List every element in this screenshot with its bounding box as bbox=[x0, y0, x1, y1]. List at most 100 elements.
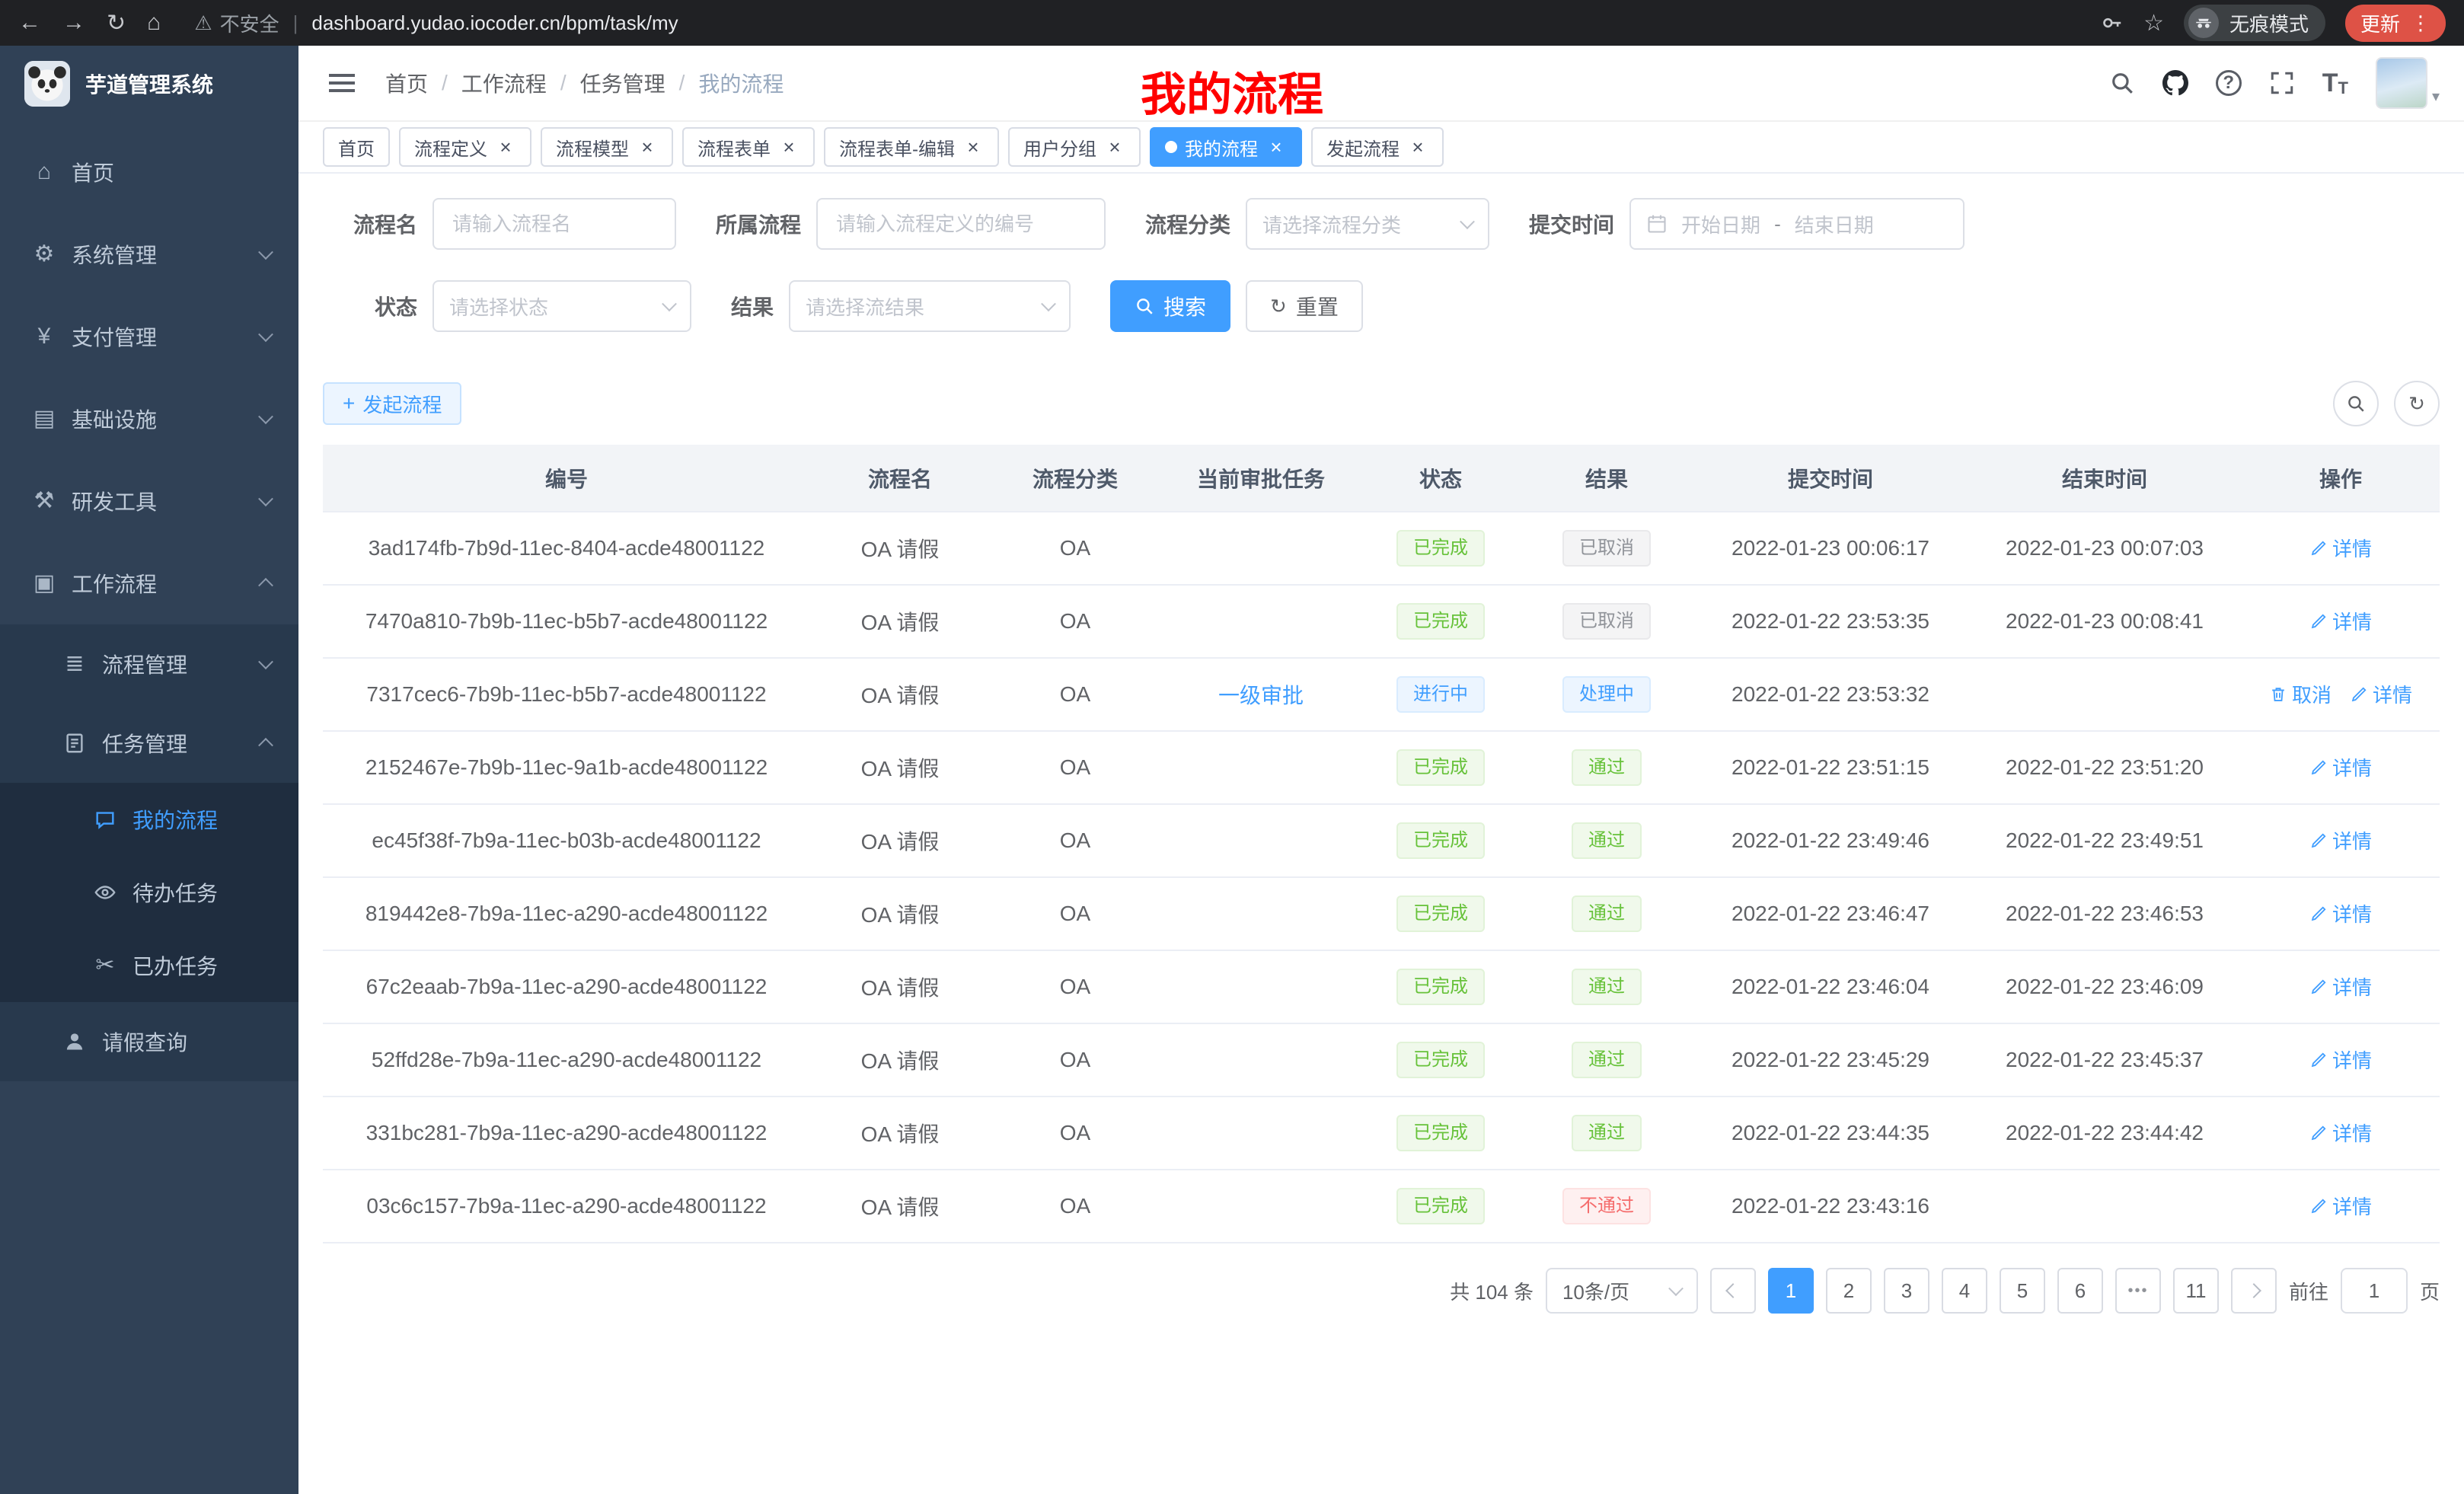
toggle-search-button[interactable] bbox=[2333, 381, 2379, 426]
category-select[interactable]: 请选择流程分类 bbox=[1246, 198, 1489, 250]
detail-link[interactable]: 详情 bbox=[2309, 1192, 2372, 1220]
detail-link[interactable]: 详情 bbox=[2309, 607, 2372, 635]
sidebar-item[interactable]: ⚒研发工具 bbox=[0, 460, 298, 542]
sidebar-item[interactable]: ≣流程管理 bbox=[0, 624, 298, 704]
edit-icon bbox=[2309, 612, 2328, 630]
prev-page-button[interactable] bbox=[1710, 1268, 1756, 1314]
pager-page-button[interactable]: 3 bbox=[1884, 1268, 1929, 1314]
pager-page-button[interactable]: 1 bbox=[1768, 1268, 1814, 1314]
cancel-link[interactable]: 取消 bbox=[2269, 680, 2332, 708]
view-tab[interactable]: 流程定义× bbox=[399, 127, 531, 167]
sidebar-item-label: 工作流程 bbox=[72, 568, 260, 599]
cell-result: 处理中 bbox=[1520, 658, 1693, 731]
sidebar-item[interactable]: ⌂首页 bbox=[0, 131, 298, 213]
sidebar-item[interactable]: ▤基础设施 bbox=[0, 378, 298, 460]
sidebar-item[interactable]: ✂已办任务 bbox=[0, 929, 298, 1002]
view-tab[interactable]: 用户分组× bbox=[1008, 127, 1141, 167]
close-icon[interactable]: × bbox=[1407, 136, 1428, 158]
close-icon[interactable]: × bbox=[637, 136, 658, 158]
sidebar-item[interactable]: 请假查询 bbox=[0, 1002, 298, 1081]
app-logo[interactable]: 芋道管理系统 bbox=[0, 46, 298, 122]
table-body: 3ad174fb-7b9d-11ec-8404-acde48001122OA 请… bbox=[323, 512, 2440, 1243]
pager-more-button[interactable]: ••• bbox=[2115, 1268, 2161, 1314]
task-link[interactable]: 一级审批 bbox=[1218, 684, 1304, 707]
view-tab[interactable]: 流程模型× bbox=[541, 127, 673, 167]
breadcrumb-item[interactable]: 首页 bbox=[385, 68, 428, 98]
sidebar-item-label: 待办任务 bbox=[132, 877, 271, 908]
view-tab[interactable]: 流程表单-编辑× bbox=[824, 127, 999, 167]
sidebar-item[interactable]: ¥支付管理 bbox=[0, 295, 298, 378]
bookmark-star-icon[interactable]: ☆ bbox=[2143, 10, 2164, 37]
close-icon[interactable]: × bbox=[962, 136, 984, 158]
view-tab[interactable]: 流程表单× bbox=[682, 127, 815, 167]
font-size-icon[interactable]: TT bbox=[2322, 69, 2348, 98]
reset-button[interactable]: ↻ 重置 bbox=[1246, 280, 1363, 332]
breadcrumb-item[interactable]: 工作流程 bbox=[461, 68, 547, 98]
pager-page-button[interactable]: 5 bbox=[2000, 1268, 2045, 1314]
search-icon[interactable] bbox=[2109, 70, 2135, 96]
update-button[interactable]: 更新 ⋮ bbox=[2345, 5, 2446, 42]
cell-status: 已完成 bbox=[1361, 1097, 1520, 1170]
goto-page-input[interactable] bbox=[2341, 1268, 2408, 1314]
close-icon[interactable]: × bbox=[1104, 136, 1125, 158]
security-warning[interactable]: ⚠ 不安全 bbox=[194, 9, 279, 37]
breadcrumb-item[interactable]: 任务管理 bbox=[580, 68, 665, 98]
search-button[interactable]: 搜索 bbox=[1110, 280, 1230, 332]
detail-link[interactable]: 详情 bbox=[2309, 534, 2372, 562]
result-select[interactable]: 请选择流结果 bbox=[789, 280, 1071, 332]
search-icon bbox=[2346, 394, 2366, 413]
github-icon[interactable] bbox=[2162, 70, 2188, 96]
chevron-down-icon: ▾ bbox=[2432, 87, 2440, 109]
forward-icon[interactable]: → bbox=[62, 10, 85, 36]
pager-page-button[interactable]: 6 bbox=[2057, 1268, 2103, 1314]
detail-link[interactable]: 详情 bbox=[2309, 826, 2372, 854]
sidebar-item[interactable]: ▣工作流程 bbox=[0, 542, 298, 624]
home-icon[interactable]: ⌂ bbox=[147, 10, 161, 36]
table-row: 7470a810-7b9b-11ec-b5b7-acde48001122OA 请… bbox=[323, 585, 2440, 658]
view-tab[interactable]: 我的流程× bbox=[1150, 127, 1302, 167]
close-icon[interactable]: × bbox=[1266, 136, 1287, 158]
reload-icon[interactable]: ↻ bbox=[107, 10, 126, 37]
next-page-button[interactable] bbox=[2231, 1268, 2277, 1314]
help-icon[interactable]: ? bbox=[2216, 70, 2242, 96]
detail-link[interactable]: 详情 bbox=[2309, 899, 2372, 927]
url-text: dashboard.yudao.iocoder.cn/bpm/task/my bbox=[311, 11, 678, 35]
sidebar-item[interactable]: ⚙系统管理 bbox=[0, 213, 298, 295]
page-size-select[interactable]: 10条/页 bbox=[1546, 1268, 1698, 1314]
detail-link[interactable]: 详情 bbox=[2350, 680, 2412, 708]
pager-page-button[interactable]: 2 bbox=[1826, 1268, 1872, 1314]
fullscreen-icon[interactable] bbox=[2269, 70, 2295, 96]
detail-link[interactable]: 详情 bbox=[2309, 753, 2372, 781]
address-bar[interactable]: ⚠ 不安全 | dashboard.yudao.iocoder.cn/bpm/t… bbox=[194, 9, 2079, 37]
table-row: 3ad174fb-7b9d-11ec-8404-acde48001122OA 请… bbox=[323, 512, 2440, 585]
incognito-badge: 无痕模式 bbox=[2184, 5, 2325, 41]
process-name-input[interactable] bbox=[432, 198, 676, 250]
key-icon[interactable] bbox=[2101, 11, 2124, 34]
submit-time-range-picker[interactable]: 开始日期 - 结束日期 bbox=[1629, 198, 1964, 250]
view-tab[interactable]: 发起流程× bbox=[1311, 127, 1444, 167]
view-tab[interactable]: 首页 bbox=[323, 127, 390, 167]
sidebar-item[interactable]: 我的流程 bbox=[0, 783, 298, 856]
pager-page-button[interactable]: 4 bbox=[1942, 1268, 1987, 1314]
security-label: 不安全 bbox=[220, 9, 279, 37]
detail-link[interactable]: 详情 bbox=[2309, 1119, 2372, 1147]
create-process-button[interactable]: + 发起流程 bbox=[323, 382, 461, 425]
sidebar-item[interactable]: 任务管理 bbox=[0, 704, 298, 783]
menu-dots-icon[interactable]: ⋮ bbox=[2411, 13, 2430, 33]
cell-current-task bbox=[1160, 731, 1361, 804]
user-avatar[interactable]: ▾ bbox=[2376, 57, 2440, 109]
refresh-table-button[interactable]: ↻ bbox=[2394, 381, 2440, 426]
table-row: 67c2eaab-7b9a-11ec-a290-acde48001122OA 请… bbox=[323, 950, 2440, 1023]
close-icon[interactable]: × bbox=[778, 136, 800, 158]
close-icon[interactable]: × bbox=[495, 136, 516, 158]
collapse-menu-button[interactable] bbox=[323, 69, 361, 97]
pager-page-button[interactable]: 11 bbox=[2173, 1268, 2219, 1314]
detail-link[interactable]: 详情 bbox=[2309, 1045, 2372, 1074]
yen-icon: ¥ bbox=[30, 325, 58, 348]
filter-label-owner-process: 所属流程 bbox=[716, 209, 801, 239]
back-icon[interactable]: ← bbox=[18, 10, 41, 36]
process-definition-input[interactable] bbox=[816, 198, 1106, 250]
detail-link[interactable]: 详情 bbox=[2309, 972, 2372, 1001]
sidebar-item[interactable]: 待办任务 bbox=[0, 856, 298, 929]
status-select[interactable]: 请选择状态 bbox=[432, 280, 691, 332]
